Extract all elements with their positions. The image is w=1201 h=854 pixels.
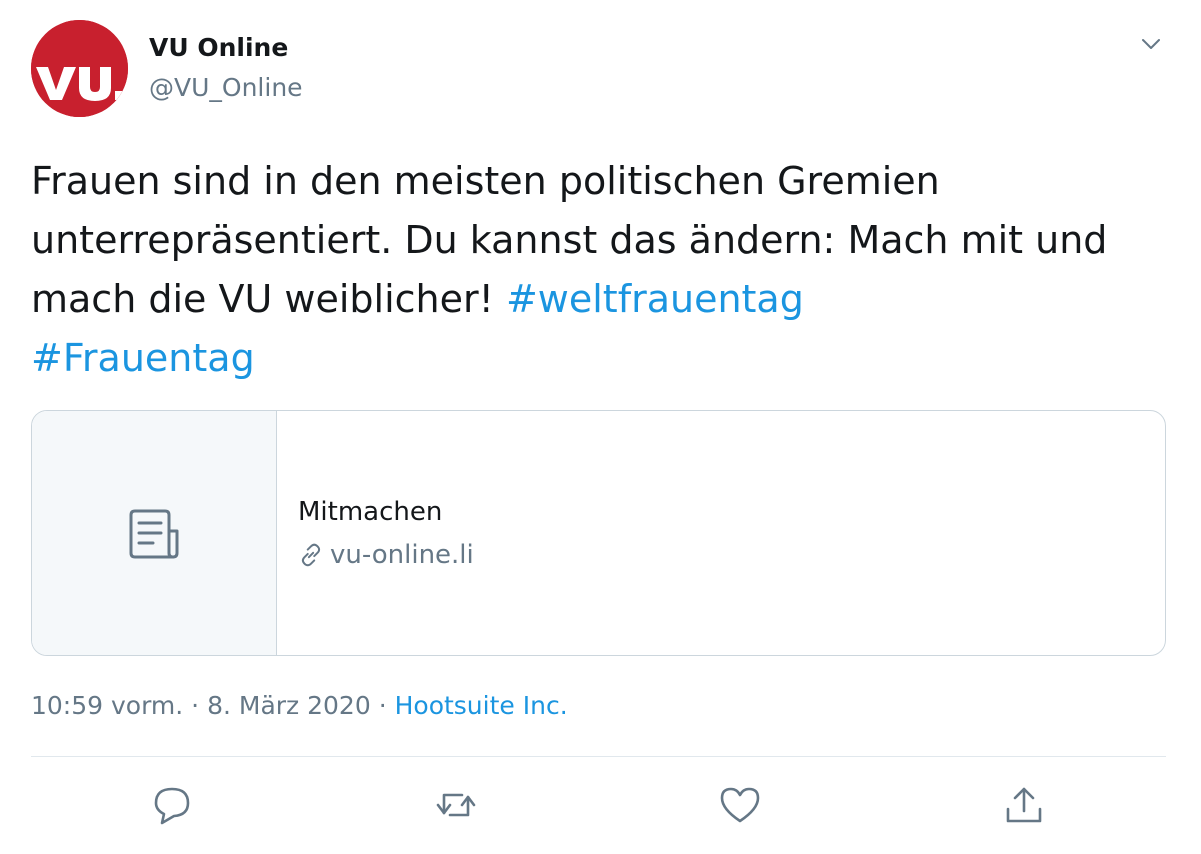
- document-icon: [129, 509, 179, 559]
- share-icon: [1006, 787, 1042, 823]
- heart-icon: [720, 787, 760, 823]
- meta-separator: ·: [370, 691, 395, 720]
- reply-icon: [154, 787, 190, 825]
- author-handle[interactable]: @VU_Online: [149, 73, 303, 102]
- card-media: [32, 411, 277, 655]
- link-card[interactable]: Mitmachen vu-online.li: [31, 410, 1166, 656]
- card-title: Mitmachen: [298, 497, 443, 527]
- tweet-time[interactable]: 10:59 vorm.: [31, 691, 183, 720]
- tweet-date[interactable]: 8. März 2020: [207, 691, 371, 720]
- hashtag-frauentag[interactable]: #Frauentag: [31, 336, 255, 380]
- tweet-text: Frauen sind in den meisten politischen G…: [31, 152, 1131, 388]
- vu-logo-icon: [31, 20, 128, 117]
- tweet-source[interactable]: Hootsuite Inc.: [395, 691, 568, 720]
- avatar[interactable]: [31, 20, 128, 117]
- author-name[interactable]: VU Online: [149, 33, 288, 62]
- hashtag-weltfrauentag[interactable]: #weltfrauentag: [506, 277, 804, 321]
- chevron-down-icon[interactable]: [1139, 32, 1163, 56]
- link-icon: [301, 543, 321, 567]
- retweet-button[interactable]: [434, 783, 478, 827]
- card-domain-text: vu-online.li: [330, 540, 474, 570]
- like-button[interactable]: [718, 783, 762, 827]
- meta-separator: ·: [183, 691, 208, 720]
- tweet-meta: 10:59 vorm. · 8. März 2020 · Hootsuite I…: [31, 691, 568, 720]
- reply-button[interactable]: [150, 783, 194, 827]
- card-domain: vu-online.li: [298, 540, 474, 570]
- retweet-icon: [436, 793, 476, 817]
- tweet: VU Online @VU_Online Frauen sind in den …: [0, 0, 1201, 854]
- divider: [31, 756, 1166, 757]
- share-button[interactable]: [1002, 783, 1046, 827]
